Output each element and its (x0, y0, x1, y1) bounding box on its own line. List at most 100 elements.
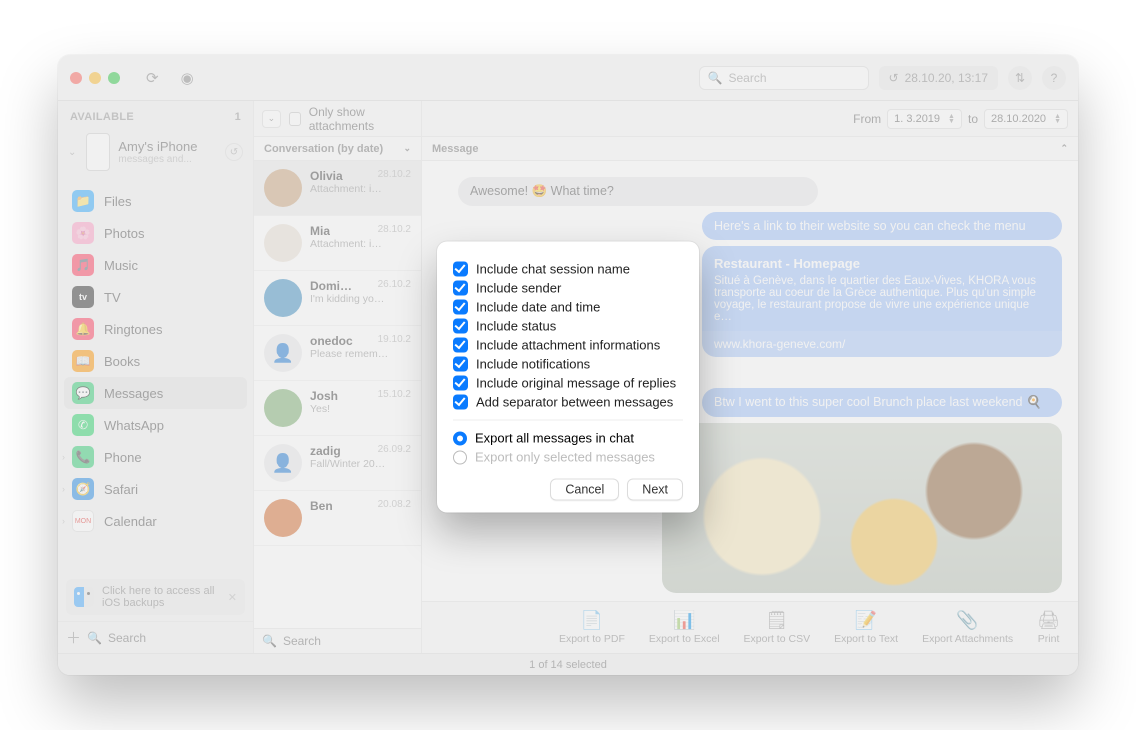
export-scope-selected: Export only selected messages (453, 450, 683, 465)
sidebar-item-books[interactable]: 📖Books (64, 345, 247, 377)
export-option[interactable]: Include date and time (453, 300, 683, 315)
export-action[interactable]: 🖨Print (1037, 610, 1060, 645)
conversation-search[interactable]: 🔍 (254, 628, 421, 653)
sidebar-item-safari[interactable]: ›🧭Safari (64, 473, 247, 505)
device-row[interactable]: ⌄ Amy's iPhone messages and... ↺ (58, 127, 253, 181)
conversation-preview: Attachment: i… (310, 238, 411, 250)
minimize-icon[interactable] (89, 72, 101, 84)
checkbox-checked-icon (453, 357, 468, 372)
conversation-row[interactable]: 👤onedoc19.10.2Please remem… (254, 326, 421, 381)
conversation-row[interactable]: Olivia28.10.2Attachment: i… (254, 161, 421, 216)
conversation-row[interactable]: Josh15.10.2Yes! (254, 381, 421, 436)
conversation-date: 19.10.2 (378, 334, 411, 348)
app-icon: 📁 (72, 190, 94, 212)
to-date-input[interactable]: 28.10.2020▲▼ (984, 109, 1068, 129)
link-title: Restaurant - Homepage (714, 256, 1050, 271)
export-action[interactable]: 📎Export Attachments (922, 610, 1013, 645)
app-icon: MON (72, 510, 94, 532)
option-label: Include date and time (476, 300, 600, 315)
chevron-down-icon[interactable]: ⌄ (66, 147, 78, 158)
export-option[interactable]: Include sender (453, 281, 683, 296)
next-button[interactable]: Next (627, 479, 683, 501)
sidebar-item-ringtones[interactable]: 🔔Ringtones (64, 313, 247, 345)
export-action[interactable]: 🗒Export to CSV (744, 610, 811, 645)
export-icon: 📊 (673, 610, 695, 631)
conversation-row[interactable]: Mia28.10.2Attachment: i… (254, 216, 421, 271)
snapshot-date-pill[interactable]: ↺ 28.10.20, 13:17 (879, 66, 998, 90)
sidebar-search-input[interactable] (108, 631, 228, 645)
filter-bar: ⌄ Only show attachments (254, 101, 421, 137)
from-date-input[interactable]: 1. 3.2019▲▼ (887, 109, 962, 129)
link-preview-card[interactable]: Restaurant - Homepage Situé à Genève, da… (702, 246, 1062, 357)
sidebar-item-files[interactable]: 📁Files (64, 185, 247, 217)
export-action[interactable]: 📄Export to PDF (559, 610, 625, 645)
sidebar-item-tv[interactable]: tvTV (64, 281, 247, 313)
help-icon[interactable]: ? (1042, 66, 1066, 90)
conversation-search-input[interactable] (283, 634, 438, 648)
export-scope-all[interactable]: Export all messages in chat (453, 431, 683, 446)
window-controls[interactable] (70, 72, 120, 84)
transfer-icon[interactable]: ⇅ (1008, 66, 1032, 90)
conversation-name: Mia (310, 224, 330, 238)
export-action[interactable]: 📝 Export to Text (834, 610, 898, 645)
history-icon[interactable]: ↺ (225, 143, 243, 161)
app-icon: ✆ (72, 414, 94, 436)
zoom-icon[interactable] (108, 72, 120, 84)
global-search[interactable]: 🔍 Search (699, 66, 869, 90)
message-list-header[interactable]: Message ⌃ (422, 137, 1078, 161)
checkbox-checked-icon (453, 300, 468, 315)
conversation-row[interactable]: Domi…26.10.2I'm kidding yo… (254, 271, 421, 326)
conversation-name: onedoc (310, 334, 353, 348)
history-icon: ↺ (889, 71, 899, 85)
add-icon[interactable]: ＋ (66, 627, 81, 648)
radio-unchecked-icon (453, 450, 467, 464)
message-incoming[interactable]: Awesome! 🤩 What time? (458, 177, 818, 206)
sidebar-item-photos[interactable]: 🌸Photos (64, 217, 247, 249)
refresh-icon[interactable]: ⟳ (140, 67, 165, 89)
backups-hint[interactable]: Click here to access all iOS backups ✕ (66, 579, 245, 615)
sidebar-item-label: Phone (104, 450, 142, 465)
sidebar-item-phone[interactable]: ›📞Phone (64, 441, 247, 473)
sidebar-item-music[interactable]: 🎵Music (64, 249, 247, 281)
export-option[interactable]: Include attachment informations (453, 338, 683, 353)
filter-dropdown[interactable]: ⌄ (262, 110, 281, 128)
conversation-list: Olivia28.10.2Attachment: i…Mia28.10.2Att… (254, 161, 421, 628)
sidebar-item-calendar[interactable]: ›MONCalendar (64, 505, 247, 537)
cancel-button[interactable]: Cancel (550, 479, 619, 501)
toolbar: ⟳ ◉ 🔍 Search ↺ 28.10.20, 13:17 ⇅ ? (58, 55, 1078, 101)
export-option[interactable]: Add separator between messages (453, 395, 683, 410)
conversation-date: 20.08.2 (378, 499, 411, 513)
preview-icon[interactable]: ◉ (175, 67, 200, 89)
app-icon: 🔔 (72, 318, 94, 340)
export-option[interactable]: Include original message of replies (453, 376, 683, 391)
conversation-preview: I'm kidding yo… (310, 293, 411, 305)
only-attachments-checkbox[interactable] (289, 112, 301, 126)
export-label: Print (1038, 633, 1060, 645)
message-outgoing[interactable]: Here's a link to their website so you ca… (702, 212, 1062, 240)
device-name: Amy's iPhone (118, 139, 197, 154)
export-option[interactable]: Include chat session name (453, 262, 683, 277)
conversation-list-header[interactable]: Conversation (by date) ⌄ (254, 137, 421, 161)
message-outgoing[interactable]: Btw I went to this super cool Brunch pla… (702, 388, 1062, 417)
app-icon: tv (72, 286, 94, 308)
chevron-down-icon: ⌄ (403, 143, 411, 154)
export-action[interactable]: 📊Export to Excel (649, 610, 720, 645)
sidebar-item-whatsapp[interactable]: ✆ WhatsApp (64, 409, 247, 441)
conversation-row[interactable]: Ben20.08.2 (254, 491, 421, 546)
image-attachment[interactable] (662, 423, 1062, 593)
checkbox-checked-icon (453, 262, 468, 277)
option-label: Include original message of replies (476, 376, 676, 391)
export-option[interactable]: Include status (453, 319, 683, 334)
link-url: www.khora-geneve.com/ (702, 331, 1062, 357)
to-label: to (968, 112, 978, 126)
export-label: Export to Text (834, 633, 898, 645)
close-icon[interactable] (70, 72, 82, 84)
sidebar-item-messages[interactable]: 💬Messages (64, 377, 247, 409)
sidebar-item-label: WhatsApp (104, 418, 164, 433)
conversation-row[interactable]: 👤zadig26.09.2Fall/Winter 20… (254, 436, 421, 491)
export-option[interactable]: Include notifications (453, 357, 683, 372)
chevron-up-icon: ⌃ (1060, 143, 1068, 154)
close-hint-icon[interactable]: ✕ (228, 591, 237, 604)
checkbox-checked-icon (453, 376, 468, 391)
export-icon: 📝 (855, 610, 877, 631)
